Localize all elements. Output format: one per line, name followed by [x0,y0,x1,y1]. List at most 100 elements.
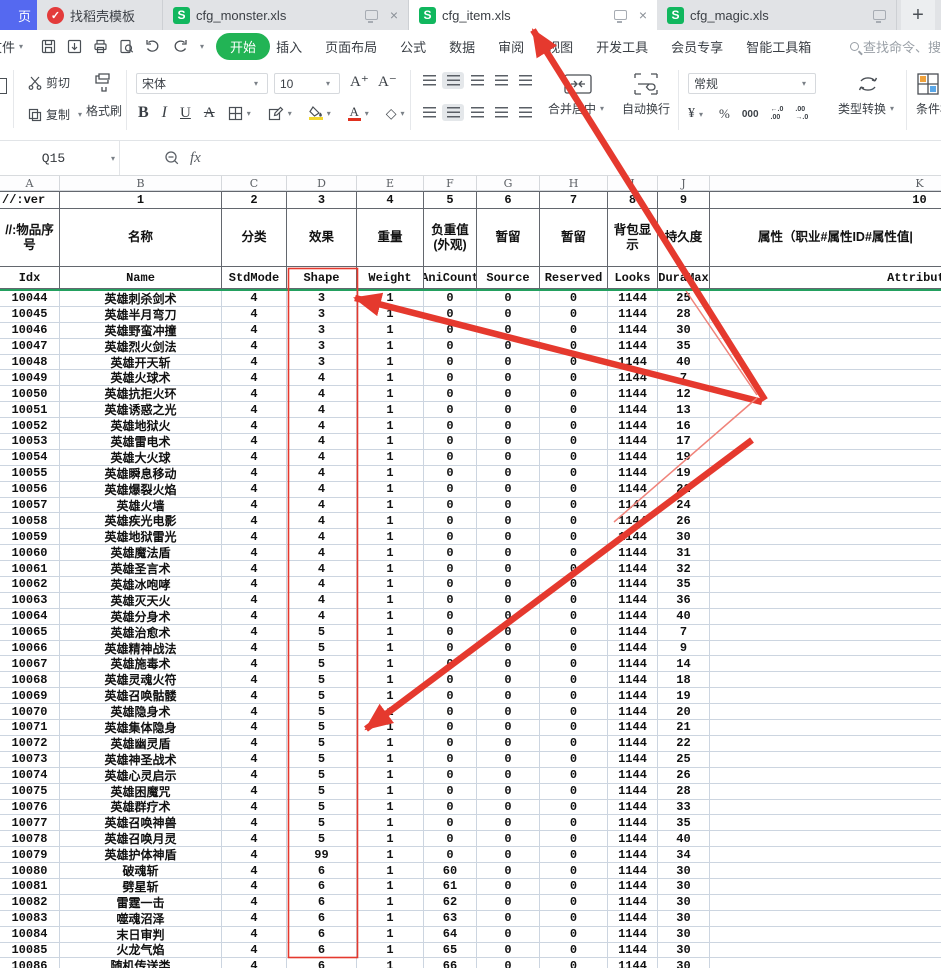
merge-center-button[interactable]: 合并居中▾ [548,72,608,117]
cell[interactable]: 0 [424,355,477,371]
close-tab-icon[interactable]: × [390,8,398,22]
cell[interactable]: 1 [357,879,424,895]
cell[interactable]: 0 [424,386,477,402]
cell[interactable]: 0 [540,577,608,593]
cell[interactable]: 0 [424,370,477,386]
cell-empty[interactable] [710,466,941,482]
cell-empty[interactable] [710,609,941,625]
new-tab-button[interactable]: + [901,0,935,30]
cell[interactable]: 0 [540,815,608,831]
cell[interactable]: 0 [540,911,608,927]
cell[interactable]: 5 [287,688,357,704]
cell[interactable]: 0 [540,291,608,307]
cell[interactable]: 1 [357,927,424,943]
cell[interactable]: 4 [222,402,287,418]
cell[interactable]: 4 [222,927,287,943]
cell-header[interactable]: 9 [658,191,710,209]
formula-input[interactable] [211,141,941,175]
draw-border-button[interactable]: ▾ [268,106,296,121]
cell[interactable]: 14 [658,656,710,672]
cell[interactable]: 4 [222,863,287,879]
cell-empty[interactable] [710,529,941,545]
cell-header[interactable]: DuraMax [658,267,710,289]
cell[interactable]: 1144 [608,927,658,943]
cell[interactable]: 英雄开天斩 [60,355,222,371]
cell[interactable]: 0 [540,402,608,418]
cell[interactable]: 12 [658,386,710,402]
cell[interactable]: 英雄爆裂火焰 [60,482,222,498]
thousands-separator-button[interactable]: 000 [742,109,759,120]
cell[interactable]: 1 [357,800,424,816]
cell[interactable]: 0 [424,768,477,784]
cell-header[interactable]: 属性（职业#属性ID#属性值| [710,209,941,267]
cell[interactable]: 英雄地狱火 [60,418,222,434]
cell-empty[interactable] [710,307,941,323]
cell[interactable]: 31 [658,545,710,561]
cell[interactable]: 1 [357,943,424,959]
cell-header[interactable]: 分类 [222,209,287,267]
cell[interactable]: 5 [287,768,357,784]
cell[interactable]: 0 [477,831,540,847]
cell[interactable]: 10075 [0,784,60,800]
cell[interactable]: 英雄刺杀剑术 [60,291,222,307]
menu-item[interactable]: 公式 [400,37,426,56]
cell-header[interactable]: Weight [357,267,424,289]
cell[interactable]: 0 [540,323,608,339]
cell-empty[interactable] [710,895,941,911]
cell[interactable]: 0 [540,498,608,514]
cell[interactable]: 4 [222,815,287,831]
cell[interactable]: 1144 [608,641,658,657]
align-middle-icon[interactable] [442,72,464,89]
cell[interactable]: 0 [540,879,608,895]
cell[interactable]: 28 [658,784,710,800]
cell[interactable]: 10055 [0,466,60,482]
cell[interactable]: 30 [658,895,710,911]
cell-header[interactable]: 效果 [287,209,357,267]
cell[interactable]: 0 [540,863,608,879]
cell[interactable]: 0 [424,752,477,768]
cell[interactable]: 0 [477,800,540,816]
cell[interactable]: 0 [477,370,540,386]
cell[interactable]: 5 [287,800,357,816]
cell-empty[interactable] [710,641,941,657]
cell[interactable]: 0 [477,545,540,561]
cell[interactable]: 4 [222,879,287,895]
cell-header[interactable]: 5 [424,191,477,209]
cell[interactable]: 1 [357,291,424,307]
cell[interactable]: 1 [357,307,424,323]
cell[interactable]: 0 [540,370,608,386]
cell-header[interactable]: Idx [0,267,60,289]
cell[interactable]: 0 [424,513,477,529]
cell[interactable]: 5 [287,641,357,657]
cell[interactable]: 1 [357,609,424,625]
cell[interactable]: 0 [424,720,477,736]
cell[interactable]: 0 [477,863,540,879]
cell[interactable]: 4 [287,593,357,609]
cell[interactable]: 26 [658,768,710,784]
cell[interactable]: 10085 [0,943,60,959]
cell[interactable]: 1 [357,323,424,339]
strikethrough-button[interactable]: A [204,105,215,122]
cell[interactable]: 英雄半月弯刀 [60,307,222,323]
cell[interactable]: 10083 [0,911,60,927]
cell[interactable]: 35 [658,577,710,593]
cell[interactable]: 英雄大火球 [60,450,222,466]
cell[interactable]: 4 [222,466,287,482]
cell[interactable]: 0 [424,656,477,672]
cell[interactable]: 4 [222,498,287,514]
cell[interactable]: 0 [477,927,540,943]
zoom-formula-button[interactable] [164,150,180,166]
cell[interactable]: 1 [357,529,424,545]
cell[interactable]: 4 [222,720,287,736]
cell[interactable]: 0 [540,307,608,323]
cell-empty[interactable] [710,863,941,879]
cell-empty[interactable] [710,736,941,752]
cell-empty[interactable] [710,370,941,386]
cell[interactable]: 1144 [608,704,658,720]
cell[interactable]: 4 [222,736,287,752]
cell[interactable]: 1144 [608,370,658,386]
cell[interactable]: 0 [477,593,540,609]
cell[interactable]: 10077 [0,815,60,831]
cell[interactable]: 4 [222,529,287,545]
cell[interactable]: 6 [287,958,357,968]
